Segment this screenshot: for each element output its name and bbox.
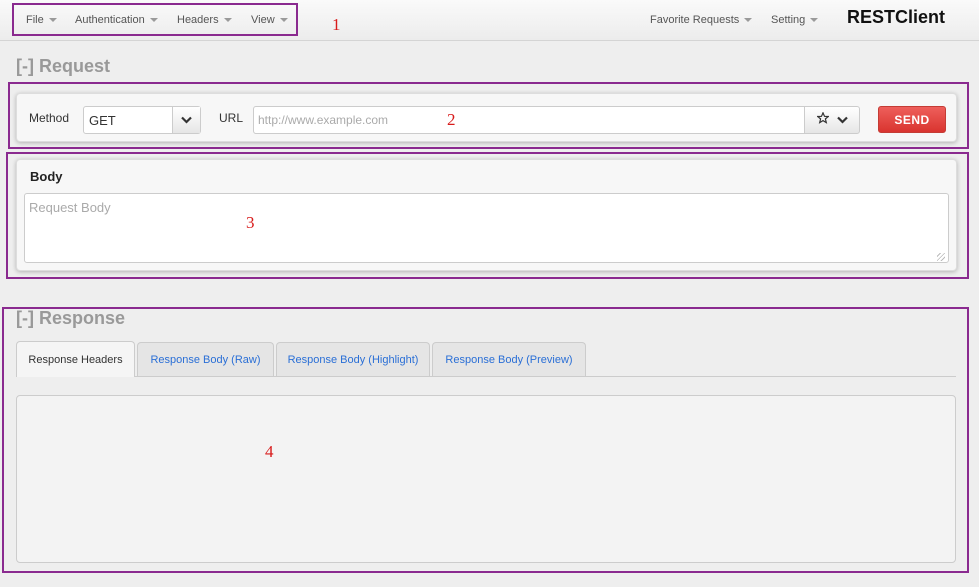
annotation-number-1: 1 [332,15,341,34]
tab-divider [135,376,956,377]
method-value: GET [89,113,116,128]
menu-file[interactable]: File [26,14,57,26]
tab-response-body-highlight[interactable]: Response Body (Highlight) [276,342,430,377]
menu-view-label: View [251,14,275,26]
response-section-toggle[interactable]: [-] Response [16,308,125,329]
menu-file-label: File [26,14,44,26]
chevron-down-icon[interactable] [172,107,200,133]
annotation-number-2: 2 [447,110,456,129]
url-favorite-dropdown[interactable] [804,106,860,134]
caret-down-icon [48,18,57,23]
tab-response-body-raw[interactable]: Response Body (Raw) [137,342,274,377]
menu-headers[interactable]: Headers [177,14,232,26]
caret-down-icon [279,18,288,23]
menu-setting[interactable]: Setting [771,14,819,26]
method-select[interactable]: GET [83,106,201,134]
top-navbar: File Authentication Headers View Favorit… [0,0,979,41]
menu-favorite-requests[interactable]: Favorite Requests [650,14,753,26]
star-icon[interactable] [815,111,830,129]
menu-favorite-requests-label: Favorite Requests [650,14,740,26]
menu-setting-label: Setting [771,14,806,26]
caret-down-icon [744,18,753,23]
request-body-panel: Body [16,159,957,271]
menu-authentication[interactable]: Authentication [75,14,158,26]
request-section-toggle[interactable]: [-] Request [16,56,110,77]
menu-view[interactable]: View [251,14,288,26]
caret-down-icon [149,18,158,23]
app-brand: RESTClient [847,7,946,27]
method-label: Method [29,111,70,125]
tab-response-headers[interactable]: Response Headers [16,341,135,377]
body-title: Body [30,169,63,184]
send-button[interactable]: SEND [878,106,946,133]
url-input[interactable] [253,106,805,134]
tab-response-body-preview[interactable]: Response Body (Preview) [432,342,586,377]
request-url-panel: Method GET URL SEND [16,93,957,142]
annotation-number-3: 3 [246,213,255,232]
caret-down-icon [223,18,232,23]
request-body-textarea[interactable] [24,193,949,263]
response-content-area [16,395,956,563]
menu-authentication-label: Authentication [75,14,145,26]
chevron-down-icon[interactable] [836,111,848,129]
caret-down-icon [810,18,819,23]
url-label: URL [219,111,244,125]
resize-grip-icon[interactable] [937,253,945,261]
annotation-number-4: 4 [265,442,274,461]
menu-headers-label: Headers [177,14,219,26]
